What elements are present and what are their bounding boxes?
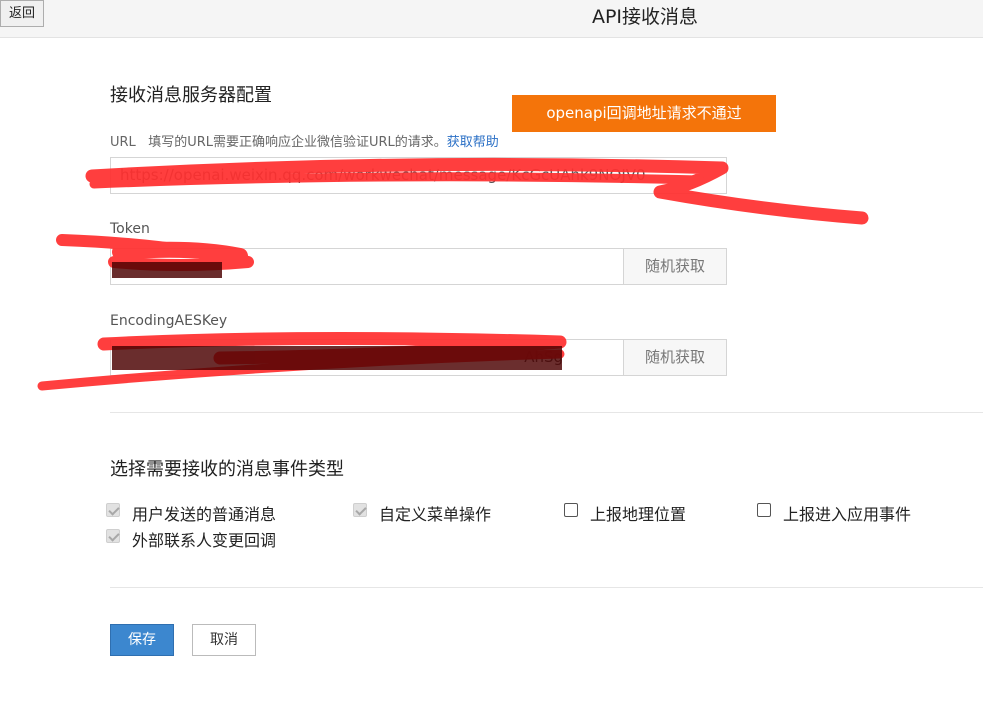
token-input[interactable] [110, 248, 624, 285]
checkbox-empty-icon[interactable] [564, 503, 578, 517]
url-hint-text: 填写的URL需要正确响应企业微信验证URL的请求。 [148, 135, 447, 150]
back-button[interactable]: 返回 [0, 0, 44, 27]
url-label: URL [110, 135, 136, 150]
url-hint: URL 填写的URL需要正确响应企业微信验证URL的请求。获取帮助 [110, 131, 499, 150]
checkbox-checked-icon[interactable] [106, 529, 120, 543]
event-label: 自定义菜单操作 [379, 505, 492, 524]
help-link[interactable]: 获取帮助 [447, 135, 499, 150]
events-title: 选择需要接收的消息事件类型 [110, 459, 344, 480]
url-input-value: https://openai.weixin.qq.com/workwechat/… [120, 166, 646, 184]
callback-error-badge: openapi回调地址请求不通过 [512, 95, 776, 132]
cancel-button[interactable]: 取消 [192, 624, 256, 656]
checkbox-empty-icon[interactable] [757, 503, 771, 517]
event-label: 上报进入应用事件 [783, 505, 912, 524]
save-button[interactable]: 保存 [110, 624, 174, 656]
checkbox-checked-icon[interactable] [353, 503, 367, 517]
page-title: API接收消息 [591, 6, 699, 28]
server-config-title: 接收消息服务器配置 [110, 85, 272, 106]
aes-key-input-value: AhSg [524, 348, 563, 366]
checkbox-checked-icon[interactable] [106, 503, 120, 517]
aes-random-button[interactable]: 随机获取 [623, 339, 727, 376]
event-label: 上报地理位置 [590, 505, 687, 524]
section-divider [110, 587, 983, 588]
token-random-button[interactable]: 随机获取 [623, 248, 727, 285]
url-input[interactable]: https://openai.weixin.qq.com/workwechat/… [110, 157, 727, 194]
aes-key-input[interactable]: AhSg [110, 339, 624, 376]
top-bar: 返回 API接收消息 [0, 0, 983, 38]
section-divider [110, 412, 983, 413]
event-label: 用户发送的普通消息 [132, 505, 277, 524]
aes-key-label: EncodingAESKey [110, 313, 228, 329]
event-label: 外部联系人变更回调 [132, 531, 277, 550]
token-label: Token [110, 221, 150, 237]
